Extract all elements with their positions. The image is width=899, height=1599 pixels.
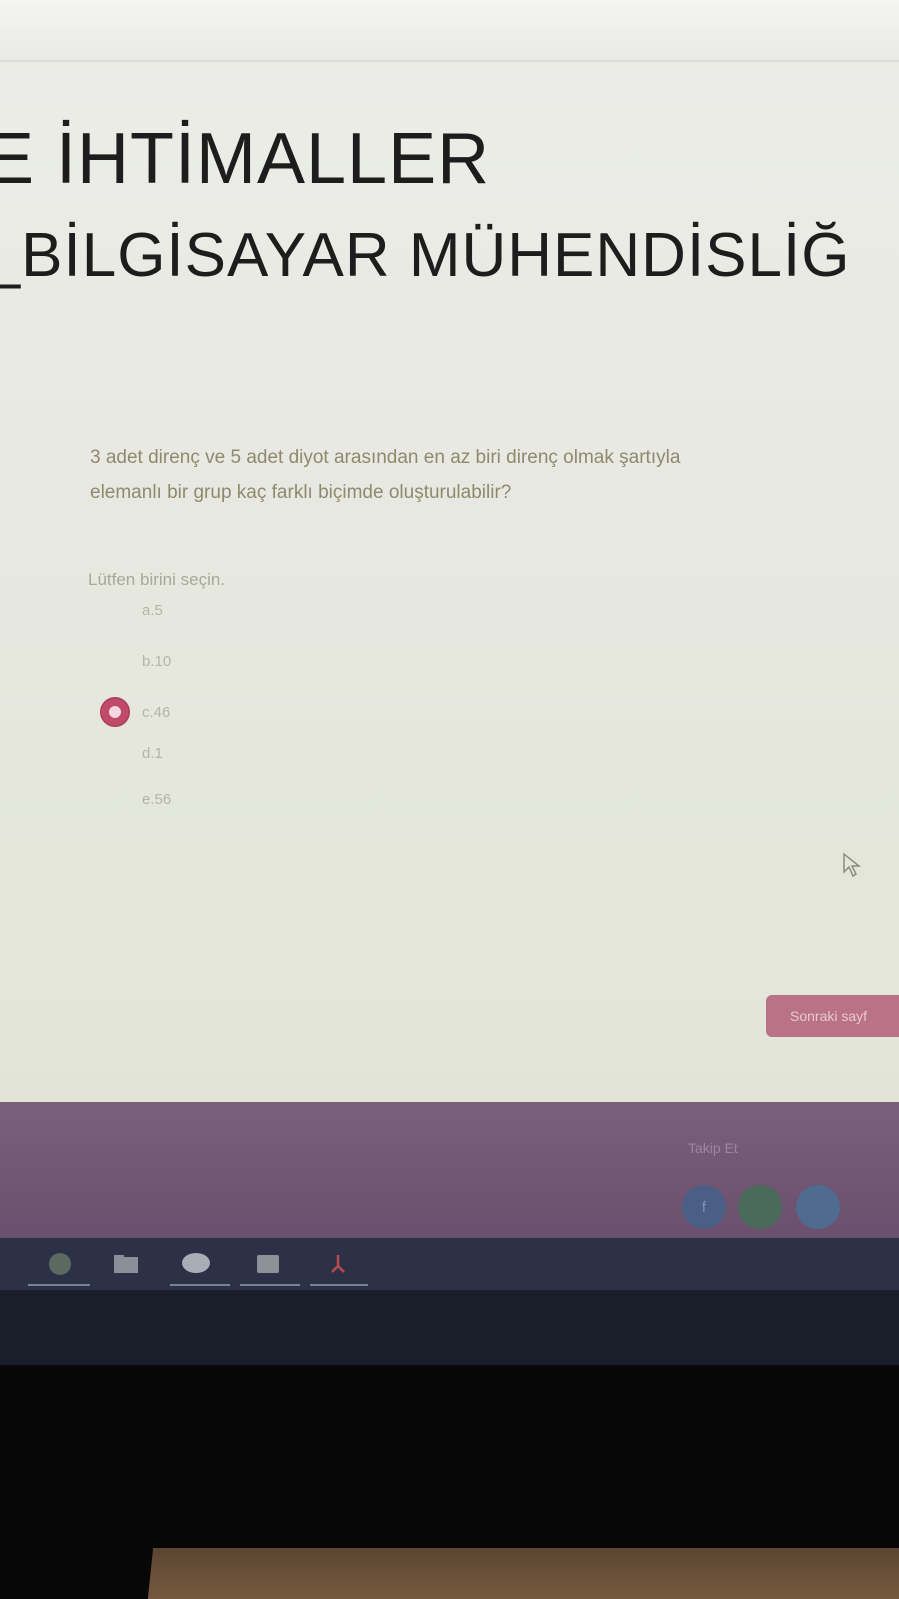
facebook-icon[interactable]: f: [682, 1185, 726, 1229]
radio-button[interactable]: [100, 646, 130, 676]
chat-icon[interactable]: [180, 1250, 212, 1278]
next-page-button[interactable]: Sonraki sayf: [766, 995, 899, 1037]
radio-button[interactable]: [100, 595, 130, 625]
radio-button[interactable]: [100, 784, 130, 814]
option-label: a.5: [142, 601, 163, 619]
choose-prompt: Lütfen birini seçin.: [88, 570, 226, 589]
radio-button-selected[interactable]: [100, 697, 130, 727]
option-b[interactable]: b.10: [100, 648, 171, 674]
task-indicator: [240, 1284, 300, 1286]
app-icon[interactable]: [252, 1250, 284, 1278]
browser-top-strip: [0, 0, 899, 62]
option-label: c.46: [142, 703, 171, 721]
option-a[interactable]: a.5: [100, 597, 163, 623]
radio-button[interactable]: [100, 738, 130, 768]
lms-screen: E İHTİMALLER )_BİLGİSAYAR MÜHENDİSLİĞ 3 …: [0, 0, 899, 1365]
screen-bottom-band: [0, 1290, 899, 1365]
course-title: E İHTİMALLER: [0, 119, 491, 199]
option-label: d.1: [142, 744, 163, 762]
mouse-cursor-icon: [843, 852, 862, 878]
desk-surface: [146, 1548, 899, 1599]
question-text: 3 adet direnç ve 5 adet diyot arasından …: [90, 440, 890, 510]
option-label: e.56: [142, 790, 172, 808]
follow-link[interactable]: Takip Et: [688, 1140, 738, 1156]
option-label: b.10: [142, 652, 172, 670]
task-indicator: [170, 1284, 230, 1286]
pdf-icon[interactable]: [322, 1250, 354, 1278]
task-indicator: [310, 1284, 368, 1286]
question-line-1: 3 adet direnç ve 5 adet diyot arasından …: [90, 447, 681, 468]
option-c[interactable]: c.46: [100, 697, 171, 727]
option-d[interactable]: d.1: [100, 740, 163, 766]
course-subtitle: )_BİLGİSAYAR MÜHENDİSLİĞ: [0, 221, 851, 290]
folder-icon[interactable]: [110, 1250, 142, 1278]
question-line-2: elemanlı bir grup kaç farklı biçimde olu…: [90, 482, 512, 503]
social-icon[interactable]: [796, 1185, 840, 1229]
active-task-indicator: [28, 1284, 90, 1286]
social-icon[interactable]: [738, 1185, 782, 1229]
option-e[interactable]: e.56: [100, 786, 171, 812]
browser-icon[interactable]: [44, 1250, 76, 1278]
